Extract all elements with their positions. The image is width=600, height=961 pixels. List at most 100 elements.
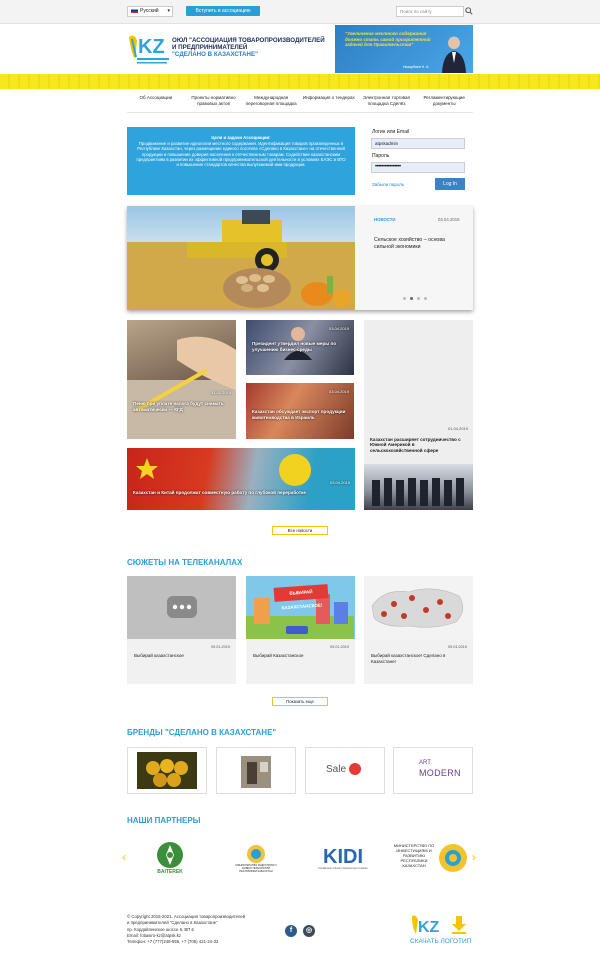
slide-title[interactable]: Сельское хозяйство – основа сильной экон… (374, 237, 464, 251)
news-slider[interactable]: НОВОСТИ 03.04.2019 Сельское хозяйство – … (127, 206, 473, 310)
tv-section-heading: СЮЖЕТЫ НА ТЕЛЕКАНАЛАХ (127, 558, 243, 567)
slide-date: 03.04.2019 (438, 217, 460, 222)
brand-card[interactable] (216, 747, 296, 794)
video-thumbnail[interactable] (127, 576, 236, 639)
login-input[interactable]: atpskadmin (371, 138, 465, 149)
facebook-icon[interactable]: f (285, 925, 297, 937)
instagram-icon[interactable]: ◎ (303, 925, 315, 937)
tv-title: Выбирай Казахстанское (253, 653, 304, 658)
forgot-password-link[interactable]: Забыли пароль (372, 182, 404, 187)
art-logo-line: ART (419, 760, 431, 766)
brands-section-heading: БРЕНДЫ "СДЕЛАНО В КАЗАХСТАНЕ" (127, 728, 277, 737)
news-date: 03.04.2019 (329, 480, 350, 485)
honey-jars-logo (137, 752, 197, 789)
ministry-name: МИНИСТЕРСТВО ИНДУСТРИИ И НОВЫХ ТЕХНОЛОГИ… (235, 863, 277, 873)
partner-baiterek[interactable]: BAITEREK (150, 838, 190, 878)
chevron-left-icon[interactable]: ‹ (122, 850, 126, 864)
search-input[interactable]: Поиск по сайту (396, 6, 464, 17)
nav-item-documents[interactable]: Регламентирующие документы (415, 91, 473, 112)
slide-category: НОВОСТИ (374, 217, 396, 222)
nav-item-trading-platform[interactable]: Электронная торговая площадка СделКз (358, 91, 416, 112)
kazakhstan-map (371, 588, 464, 628)
sale-logo-badge (349, 763, 361, 775)
password-input[interactable]: •••••••••••••••• (371, 162, 465, 173)
brand-card[interactable]: Sale (305, 747, 385, 794)
president-photo (442, 36, 466, 73)
slider-dot[interactable] (417, 297, 420, 300)
slider-dot-active[interactable] (410, 297, 413, 300)
nav-item-tenders[interactable]: Информация о тендерах (300, 91, 358, 112)
download-logo-link[interactable]: СКАЧАТЬ ЛОГОТИП (410, 938, 471, 945)
tv-card[interactable]: 09.01.2019 Выбирай казахстанское! Сделан… (364, 576, 473, 684)
partner-ministry-industry[interactable]: МИНИСТЕРСТВО ИНДУСТРИИ И НОВЫХ ТЕХНОЛОГИ… (235, 838, 277, 878)
state-emblem-icon (247, 844, 265, 863)
kidi-subtitle: Kazakhstan Industry Development Institut… (318, 866, 368, 870)
news-date: 31.01.2019 (210, 390, 231, 395)
search-icon[interactable] (465, 7, 473, 15)
news-title: Казахстан расширяет сотрудничество с Южн… (370, 436, 461, 454)
tv-title: Выбирай казахстанское (134, 653, 184, 658)
top-bar (0, 0, 600, 24)
footer-phone: Телефон: +7 (777)249-555, +7 (705) 421-2… (127, 939, 219, 945)
nav-item-about[interactable]: Об Ассоциации (127, 91, 185, 112)
news-image-placeholder[interactable] (364, 320, 473, 412)
china-kazakhstan-flags (136, 454, 311, 486)
slider-dot[interactable] (403, 297, 406, 300)
login-button[interactable]: Log In (435, 178, 465, 190)
slider-dot[interactable] (424, 297, 427, 300)
nav-item-international[interactable]: Международная переговорная площадка (242, 91, 300, 112)
kidi-logo: KIDI (323, 845, 363, 868)
tv-card[interactable]: ВЫБИРАЙ КАЗАХСТАНСКОЕ! 09.01.2019 Выбира… (246, 576, 355, 684)
news-tile[interactable]: 31.01.2019 Пеню при уплате налога будут … (127, 320, 236, 439)
news-title: Президент утвердил новые меры по улучшен… (252, 341, 337, 353)
partner-kidi[interactable]: KIDI Kazakhstan Industry Development Ins… (308, 842, 378, 874)
tv-title: Выбирай казахстанское! Сделано в Казахст… (371, 653, 446, 664)
russian-flag-icon (131, 8, 138, 14)
news-title: Казахстан обсуждает экспорт продукции жи… (252, 409, 346, 421)
partners-section-heading: НАШИ ПАРТНЕРЫ (127, 816, 201, 825)
brand-card[interactable]: ART MODERN (393, 747, 473, 794)
president-quote-banner[interactable]: "Увеличение местного содержания должно с… (335, 25, 473, 73)
combine-harvester-illustration (127, 210, 355, 310)
language-select[interactable]: Русский ▾ (127, 6, 173, 17)
association-goals-box: Цели и задачи Ассоциации: Продвижение и … (127, 127, 355, 195)
baiterek-emblem-icon (157, 842, 183, 868)
news-tile[interactable]: 01.04.2019 Казахстан расширяет сотруднич… (364, 412, 473, 464)
nav-item-legal-projects[interactable]: Проекты нормативно правовых актов (185, 91, 243, 112)
footer-info: © Copyright 2016-2021, Ассоциация товаро… (127, 914, 277, 945)
show-more-button[interactable]: Показать еще (272, 697, 328, 706)
news-tile[interactable]: 03.04.2019 Казахстан и Китай продолжат с… (127, 448, 355, 510)
news-title: Пеню при уплате налога будут снимать авт… (133, 401, 224, 413)
slider-pagination (403, 297, 427, 300)
chevron-down-icon: ▾ (167, 8, 170, 14)
delegation-photo[interactable] (364, 464, 473, 510)
video-play-icon (167, 596, 197, 618)
news-tile[interactable]: 03.04.2019 Казахстан обсуждает экспорт п… (246, 383, 354, 439)
organization-name: ОЮЛ "АССОЦИАЦИЯ ТОВАРОПРОИЗВОДИТЕЛЕЙ И П… (172, 37, 332, 58)
news-date: 03.04.2019 (328, 326, 349, 331)
brand-card[interactable] (127, 747, 207, 794)
tv-card[interactable]: 09.01.2019 Выбирай казахстанское (127, 576, 236, 684)
news-tile[interactable]: 03.04.2019 Президент утвердил новые меры… (246, 320, 354, 375)
all-news-button[interactable]: Все новости (272, 526, 328, 535)
svg-text:KZ: KZ (138, 36, 165, 58)
org-name-line: И ПРЕДПРИНИМАТЕЛЕЙ (172, 44, 248, 51)
harvest-image (127, 206, 355, 310)
org-name-line: "СДЕЛАНО В КАЗАХСТАНЕ" (172, 51, 259, 58)
goals-text: Продвижение и развитие идеологии местног… (136, 141, 346, 168)
banner-author: Назарбаев Н. А. (403, 65, 430, 69)
news-date: 03.04.2019 (328, 389, 349, 394)
chevron-right-icon[interactable]: › (472, 850, 476, 864)
kz-logo[interactable]: KZ (127, 33, 169, 69)
group-photo (372, 478, 464, 506)
main-navigation: Об Ассоциации Проекты нормативно правовы… (127, 91, 473, 113)
state-emblem-icon[interactable] (438, 841, 468, 875)
join-association-button[interactable]: Вступить в ассоциацию (186, 6, 260, 16)
language-label: Русский (140, 8, 159, 14)
password-label: Пароль (372, 153, 390, 159)
baiterek-name: BAITEREK (157, 869, 183, 875)
hands-writing-photo (127, 336, 236, 439)
ministry-investment-name: МИНИСТЕРСТВО ПО ИНВЕСТИЦИЯМ И РАЗВИТИЮ Р… (393, 843, 435, 868)
video-thumbnail[interactable] (364, 576, 473, 639)
video-thumbnail[interactable]: ВЫБИРАЙ КАЗАХСТАНСКОЕ! (246, 576, 355, 639)
